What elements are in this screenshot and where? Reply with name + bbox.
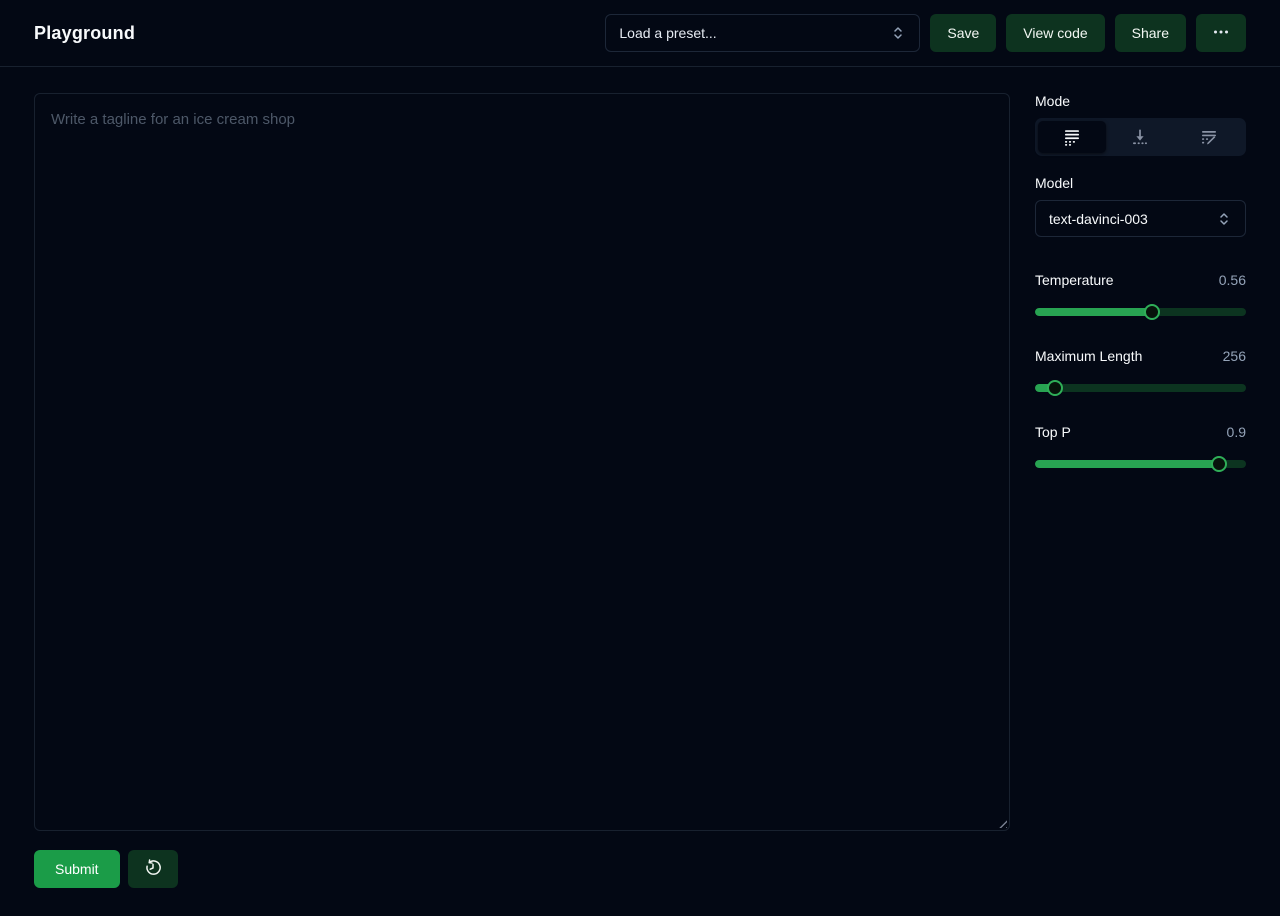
editor-column: Submit [34, 93, 1010, 888]
settings-sidebar: Mode [1035, 93, 1246, 888]
top-bar: Playground Load a preset... Save View co… [0, 0, 1280, 67]
header-actions: Load a preset... Save View code Share [605, 14, 1246, 52]
tab-edit-mode[interactable] [1175, 121, 1243, 153]
more-options-button[interactable] [1196, 14, 1246, 52]
dots-horizontal-icon [1212, 23, 1230, 44]
mode-control: Mode [1035, 93, 1246, 175]
top-p-slider-thumb[interactable] [1211, 456, 1227, 472]
submit-button[interactable]: Submit [34, 850, 120, 888]
maximum-length-value: 256 [1223, 348, 1246, 364]
edit-mode-icon [1200, 128, 1218, 146]
preset-select[interactable]: Load a preset... [605, 14, 920, 52]
temperature-value: 0.56 [1219, 272, 1246, 288]
chevrons-up-down-icon [1216, 211, 1232, 227]
model-select-value: text-davinci-003 [1049, 211, 1148, 227]
temperature-label: Temperature [1035, 272, 1114, 288]
playground-content: Submit Mode [0, 67, 1280, 916]
maximum-length-slider-thumb[interactable] [1047, 380, 1063, 396]
mode-tabs [1035, 118, 1246, 156]
prompt-textarea[interactable] [34, 93, 1010, 831]
tab-insert-mode[interactable] [1106, 121, 1174, 153]
temperature-control: Temperature 0.56 [1035, 272, 1246, 320]
save-button[interactable]: Save [930, 14, 996, 52]
prompt-editor-wrap [34, 93, 1010, 831]
editor-actions: Submit [34, 850, 1010, 888]
history-button[interactable] [128, 850, 178, 888]
page-title: Playground [34, 23, 135, 44]
history-counterclockwise-icon [143, 858, 163, 881]
maximum-length-slider[interactable] [1035, 380, 1246, 396]
tab-complete-mode[interactable] [1038, 121, 1106, 153]
view-code-button[interactable]: View code [1006, 14, 1104, 52]
complete-mode-icon [1063, 128, 1081, 146]
top-p-slider[interactable] [1035, 456, 1246, 472]
share-button[interactable]: Share [1115, 14, 1186, 52]
maximum-length-control: Maximum Length 256 [1035, 348, 1246, 396]
model-control: Model text-davinci-003 [1035, 175, 1246, 272]
top-p-control: Top P 0.9 [1035, 424, 1246, 472]
top-p-value: 0.9 [1227, 424, 1246, 440]
top-p-label: Top P [1035, 424, 1071, 440]
temperature-slider[interactable] [1035, 304, 1246, 320]
slider-track [1035, 384, 1246, 392]
maximum-length-label: Maximum Length [1035, 348, 1142, 364]
slider-track [1035, 308, 1246, 316]
temperature-slider-thumb[interactable] [1144, 304, 1160, 320]
model-label: Model [1035, 175, 1246, 191]
mode-label: Mode [1035, 93, 1246, 109]
insert-mode-icon [1131, 128, 1149, 146]
model-select[interactable]: text-davinci-003 [1035, 200, 1246, 237]
chevrons-up-down-icon [890, 25, 906, 41]
preset-select-value: Load a preset... [619, 25, 716, 41]
